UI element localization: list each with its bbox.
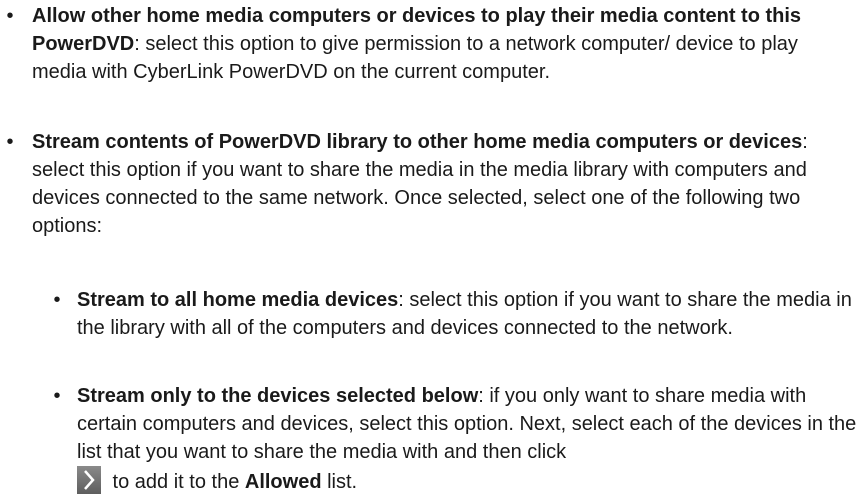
item-text: : select this option to give permission … xyxy=(32,33,798,83)
list-item-stream-selected: • Stream only to the devices selected bel… xyxy=(53,382,857,496)
list-item-allow-play: • Allow other home media computers or dev… xyxy=(6,2,857,86)
item-text-end: list. xyxy=(321,471,358,493)
item-title: Stream only to the devices selected belo… xyxy=(77,385,479,407)
list-item-stream-all: • Stream to all home media devices: selec… xyxy=(53,286,857,342)
bullet: • xyxy=(6,131,14,153)
bullet: • xyxy=(53,289,61,311)
document-page: • Allow other home media computers or dev… xyxy=(0,0,861,494)
list-item-stream-library: • Stream contents of PowerDVD library to … xyxy=(6,128,857,240)
item-title: Stream to all home media devices xyxy=(77,289,399,311)
allowed-label: Allowed xyxy=(244,471,322,493)
bullet: • xyxy=(53,385,61,407)
bullet: • xyxy=(6,5,14,27)
item-text-after-icon: to add it to the xyxy=(107,471,245,493)
item-title: Stream contents of PowerDVD library to o… xyxy=(32,131,803,153)
chevron-right-icon xyxy=(77,466,101,494)
